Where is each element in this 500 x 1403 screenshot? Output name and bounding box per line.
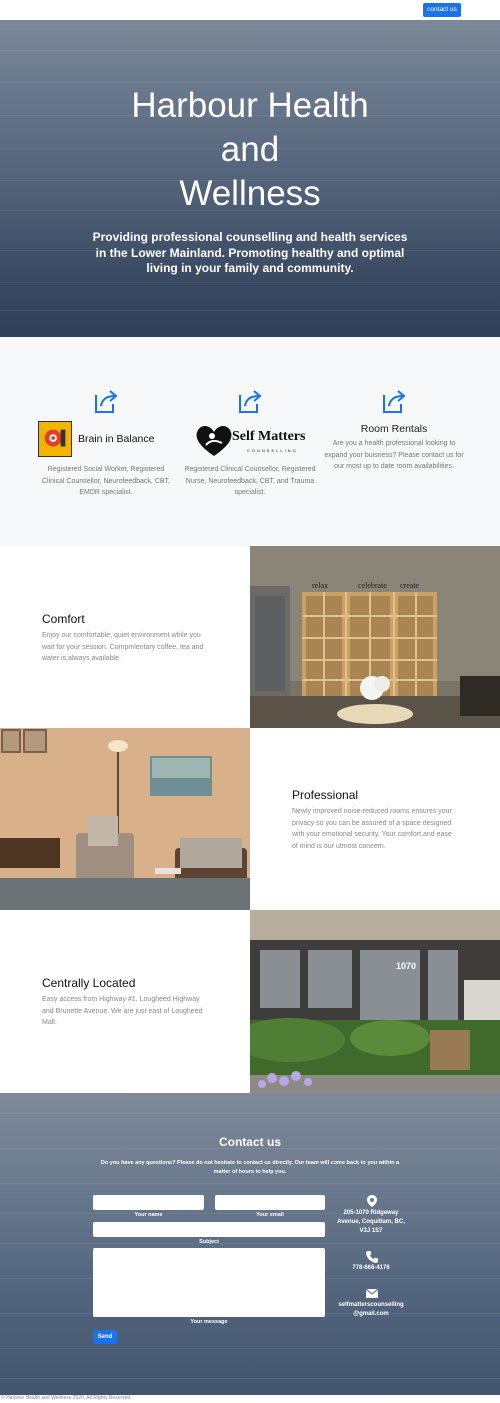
service-description: Are you a health professional looking to…: [324, 440, 464, 470]
email-field[interactable]: [215, 1195, 325, 1210]
subject-label: Subject: [199, 1239, 219, 1245]
service-description: Registered Clinical Counsellor, Register…: [184, 466, 316, 496]
services-section: Brain in Balance Registered Social Worke…: [0, 337, 500, 546]
address-text: 205-1070 Ridgeway Avenue, Coquitlam, BC,…: [337, 1210, 405, 1234]
name-field[interactable]: [93, 1195, 204, 1210]
phone-text[interactable]: 778-668-4176: [336, 1264, 406, 1273]
envelope-icon: [365, 1288, 379, 1298]
brain-in-balance-logo[interactable]: Brain in Balance: [38, 421, 166, 457]
feature-title: Professional: [292, 788, 359, 802]
wall-word: relax: [312, 581, 328, 590]
building-exterior-photo: 1070: [250, 910, 500, 1093]
external-link-icon[interactable]: [92, 387, 120, 415]
door-number: 1070: [396, 961, 416, 971]
heart-logo-mark: [196, 426, 232, 456]
top-navbar: contact us: [0, 0, 500, 20]
feature-text: Enjoy our comfortable, quiet environment…: [42, 632, 204, 662]
wall-word: create: [400, 581, 420, 590]
contact-title: Contact us: [218, 1135, 281, 1149]
feature-text: Newly improved noise-reduced rooms ensur…: [292, 808, 452, 850]
self-matters-logo-text: Self Matters: [232, 429, 306, 444]
brain-logo-mark: [38, 421, 72, 457]
service-self-matters: Self Matters COUNSELLING Registered Clin…: [180, 337, 320, 546]
counselling-room-photo: [0, 728, 250, 910]
wall-word: celebrate: [358, 581, 387, 590]
hero-title-line: Wellness: [179, 174, 321, 213]
feature-centrally-located: Centrally Located Easy access from Highw…: [0, 910, 250, 1093]
brain-in-balance-logo-text: Brain in Balance: [78, 433, 155, 445]
feature-title: Comfort: [42, 612, 85, 626]
contact-intro: Do you have any questions? Please do not…: [100, 1160, 400, 1175]
email-text[interactable]: selfmatterscounselling @gmail.com: [336, 1301, 406, 1319]
service-brain-in-balance: Brain in Balance Registered Social Worke…: [36, 337, 176, 546]
subject-field[interactable]: [93, 1222, 325, 1237]
hero-title-line: and: [220, 130, 280, 169]
send-button[interactable]: Send: [93, 1330, 117, 1344]
hero-title: Harbour Health and Wellness: [0, 84, 500, 216]
feature-title: Centrally Located: [42, 976, 136, 990]
name-label: Your name: [134, 1212, 163, 1218]
message-label: Your message: [190, 1319, 228, 1325]
hero-section: Harbour Health and Wellness Providing pr…: [0, 20, 500, 337]
self-matters-logo-subtext: COUNSELLING: [247, 448, 298, 453]
waiting-room-photo: relax celebrate create: [250, 546, 500, 728]
room-rentals-title: Room Rentals: [360, 423, 428, 435]
external-link-icon[interactable]: [236, 387, 264, 415]
service-room-rentals: Room Rentals Are you a health profession…: [324, 337, 464, 546]
map-marker-icon: [367, 1195, 377, 1207]
feature-professional: Professional Newly improved noise-reduce…: [250, 728, 500, 910]
contact-section: Contact us Do you have any questions? Pl…: [0, 1093, 500, 1395]
phone-icon: [366, 1251, 378, 1263]
service-description: Registered Social Worker, Registered Cli…: [41, 466, 170, 496]
footer: © Harbour Health and Wellness 2020. All …: [0, 1395, 500, 1403]
contact-us-button[interactable]: contact us: [423, 3, 461, 17]
email-label: Your email: [256, 1212, 284, 1218]
hero-subtitle: Providing professional counselling and h…: [92, 230, 408, 275]
self-matters-logo[interactable]: Self Matters COUNSELLING: [192, 421, 310, 459]
message-field[interactable]: [93, 1248, 325, 1317]
external-link-icon[interactable]: [380, 387, 408, 415]
copyright-text: © Harbour Health and Wellness 2020. All …: [1, 1395, 132, 1401]
hero-title-line: Harbour Health: [131, 86, 369, 125]
feature-comfort: Comfort Enjoy our comfortable, quiet env…: [0, 546, 250, 728]
feature-text: Easy access from Highway #1, Lougheed Hi…: [42, 996, 203, 1026]
